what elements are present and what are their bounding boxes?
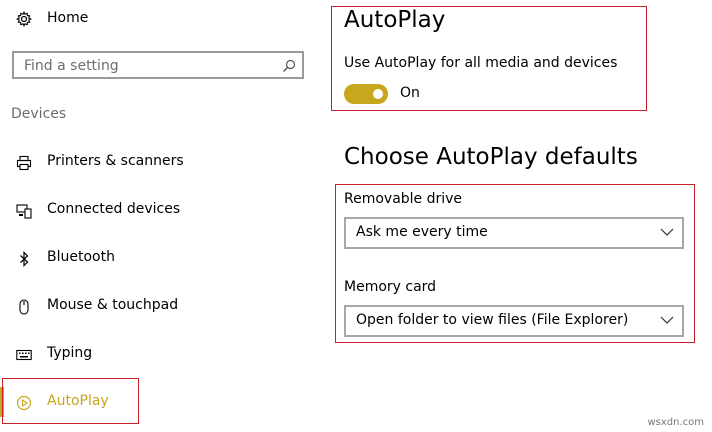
search-input[interactable]: Find a setting (12, 51, 304, 79)
mouse-icon (19, 299, 29, 315)
bluetooth-icon (20, 251, 29, 267)
sidebar-item-home[interactable]: Home (0, 0, 330, 40)
keyboard-icon (16, 349, 32, 361)
gear-icon (16, 11, 32, 27)
sidebar-item-label: Typing (47, 345, 93, 361)
search-icon[interactable] (282, 59, 296, 73)
highlight-box-autoplay-toggle (331, 6, 647, 111)
sidebar-item-label: Bluetooth (47, 249, 115, 265)
sidebar-item-printers[interactable]: Printers & scanners (0, 143, 330, 183)
highlight-box-defaults (335, 184, 695, 343)
sidebar-item-label: Home (47, 10, 89, 26)
highlight-box-autoplay-nav (2, 378, 139, 424)
connected-devices-icon (16, 204, 32, 219)
section-label-devices: Devices (11, 106, 67, 122)
search-placeholder: Find a setting (24, 58, 119, 74)
sidebar-item-connected-devices[interactable]: Connected devices (0, 191, 330, 231)
sidebar-item-label: Mouse & touchpad (47, 297, 179, 313)
sidebar-item-typing[interactable]: Typing (0, 335, 330, 375)
watermark: wsxdn.com (647, 417, 704, 428)
sidebar-item-mouse-touchpad[interactable]: Mouse & touchpad (0, 287, 330, 327)
sidebar-item-label: Connected devices (47, 201, 181, 217)
printer-icon (16, 155, 32, 171)
section-title-defaults: Choose AutoPlay defaults (344, 144, 638, 170)
sidebar-item-bluetooth[interactable]: Bluetooth (0, 239, 330, 279)
sidebar-item-label: Printers & scanners (47, 153, 184, 169)
